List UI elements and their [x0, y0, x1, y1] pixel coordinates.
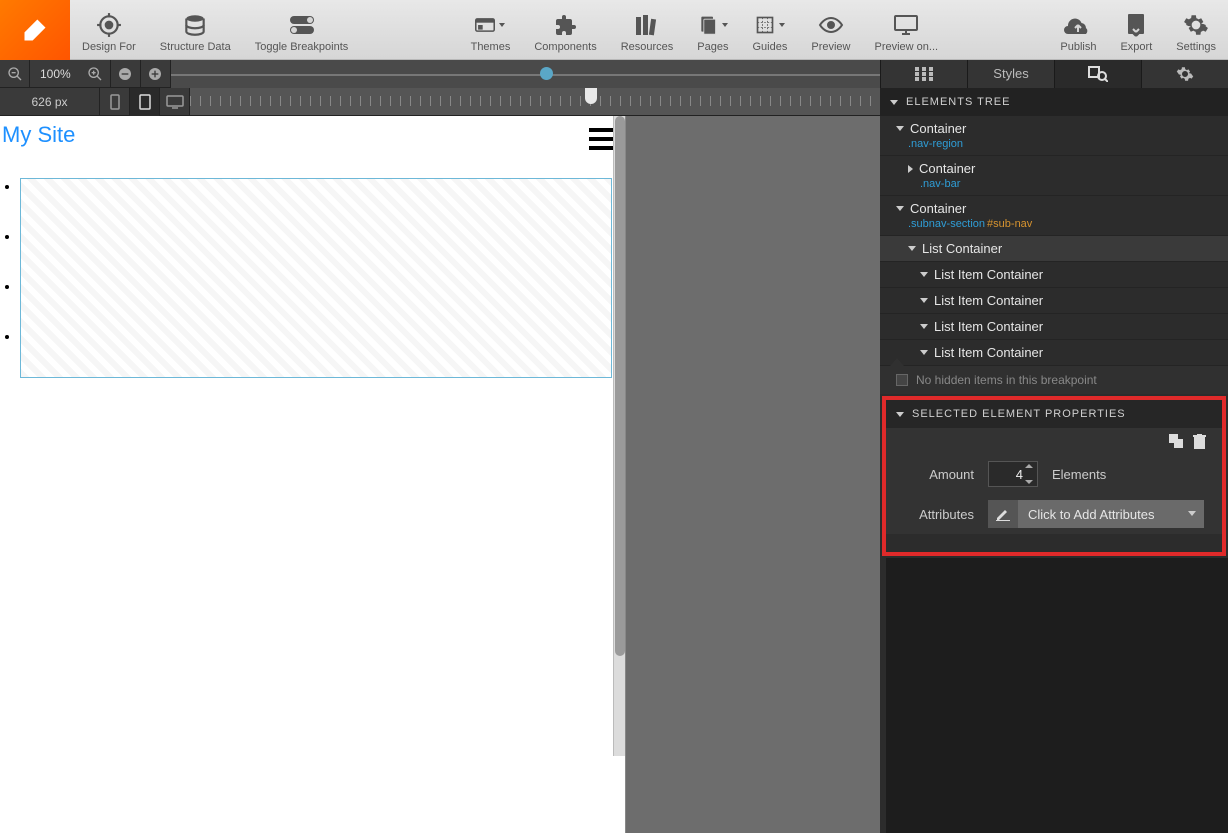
puzzle-icon [551, 11, 581, 39]
panel-tab-settings[interactable] [1142, 60, 1228, 88]
toggle-breakpoints-button[interactable]: Toggle Breakpoints [243, 0, 361, 59]
breakpoint-handle[interactable] [585, 88, 597, 104]
zoom-out-fit-button[interactable] [0, 60, 30, 88]
attributes-label: Attributes [904, 507, 974, 522]
structure-data-button[interactable]: Structure Data [148, 0, 243, 59]
books-icon [632, 11, 662, 39]
top-toolbar: Design For Structure Data Toggle Breakpo… [0, 0, 1228, 60]
elements-label: Elements [1052, 467, 1106, 482]
elements-tree: Container .nav-region Container .nav-bar… [880, 116, 1228, 394]
scrollbar-thumb[interactable] [615, 116, 625, 656]
code-panel-empty [880, 558, 1228, 833]
export-button[interactable]: Export [1108, 0, 1164, 59]
stepper-up[interactable] [1025, 464, 1033, 468]
tree-node-list-item[interactable]: List Item Container [880, 340, 1228, 366]
canvas-scrollbar[interactable] [613, 116, 625, 756]
amount-label: Amount [904, 467, 974, 482]
themes-button[interactable]: Themes [459, 0, 523, 59]
design-canvas[interactable]: My Site [0, 116, 626, 833]
device-phone-button[interactable] [100, 88, 130, 116]
panel-tab-styles[interactable]: Styles [968, 60, 1055, 88]
zoom-plus-button[interactable] [141, 60, 171, 88]
tree-node-list-item[interactable]: List Item Container [880, 288, 1228, 314]
preview-button[interactable]: Preview [799, 0, 862, 59]
attributes-edit-icon[interactable] [988, 500, 1018, 528]
preview-on-button[interactable]: Preview on... [862, 0, 950, 59]
gear-icon [1181, 11, 1211, 39]
zoom-minus-button[interactable] [111, 60, 141, 88]
right-panel: Container .nav-region Container .nav-bar… [880, 116, 1228, 833]
canvas-width-label: 626 px [0, 88, 100, 115]
selected-element-properties-header[interactable]: Selected Element Properties [886, 400, 1222, 428]
tree-node-list-item[interactable]: List Item Container [880, 262, 1228, 288]
components-button[interactable]: Components [522, 0, 608, 59]
breakpoint-ruler[interactable] [190, 88, 880, 115]
amount-input[interactable]: 4 [988, 461, 1038, 487]
guides-button[interactable]: Guides [741, 0, 800, 59]
canvas-overflow-area [626, 116, 880, 833]
eye-icon [816, 11, 846, 39]
selection-box[interactable] [20, 178, 612, 378]
export-icon [1121, 11, 1151, 39]
panel-tab-grid[interactable] [881, 60, 968, 88]
device-tablet-button[interactable] [130, 88, 160, 116]
stepper-down[interactable] [1025, 480, 1033, 484]
panel-tab-inspect[interactable] [1055, 60, 1142, 88]
publish-button[interactable]: Publish [1048, 0, 1108, 59]
pages-button[interactable]: Pages [685, 0, 740, 59]
trash-icon[interactable] [1193, 434, 1206, 449]
breakpoint-bar: 626 px Elements Tree [0, 88, 1228, 116]
tree-node-list-item[interactable]: List Item Container [880, 314, 1228, 340]
duplicate-icon[interactable] [1169, 434, 1183, 448]
hidden-items-note: No hidden items in this breakpoint [880, 366, 1228, 394]
pages-icon [698, 11, 728, 39]
site-title[interactable]: My Site [0, 116, 625, 154]
elements-tree-header[interactable]: Elements Tree [880, 88, 1228, 116]
tree-node-container-nav-bar[interactable]: Container .nav-bar [880, 156, 1228, 196]
tree-node-container-subnav[interactable]: Container .subnav-section#sub-nav [880, 196, 1228, 236]
tree-node-container-nav-region[interactable]: Container .nav-region [880, 116, 1228, 156]
target-icon [94, 11, 124, 39]
zoom-slider-handle[interactable] [540, 67, 553, 80]
device-desktop-button[interactable] [160, 88, 190, 116]
stack-icon [180, 11, 210, 39]
zoom-slider[interactable] [171, 60, 880, 88]
app-logo[interactable] [0, 0, 70, 60]
zoom-bar: 100% Styles [0, 60, 1228, 88]
resources-button[interactable]: Resources [609, 0, 686, 59]
zoom-level-label: 100% [30, 67, 81, 81]
toggle-icon [287, 11, 317, 39]
monitor-icon [891, 11, 921, 39]
tree-panel-header-backdrop: Elements Tree [880, 88, 1228, 115]
design-for-button[interactable]: Design For [70, 0, 148, 59]
tree-node-list-container[interactable]: List Container [880, 236, 1228, 262]
highlighted-region: Selected Element Properties Amount 4 Ele… [882, 396, 1226, 556]
settings-button[interactable]: Settings [1164, 0, 1228, 59]
cloud-upload-icon [1063, 11, 1093, 39]
zoom-in-fit-button[interactable] [81, 60, 111, 88]
themes-icon [475, 11, 505, 39]
hidden-items-checkbox[interactable] [896, 374, 908, 386]
guides-icon [755, 11, 785, 39]
attributes-dropdown[interactable]: Click to Add Attributes [1018, 500, 1204, 528]
